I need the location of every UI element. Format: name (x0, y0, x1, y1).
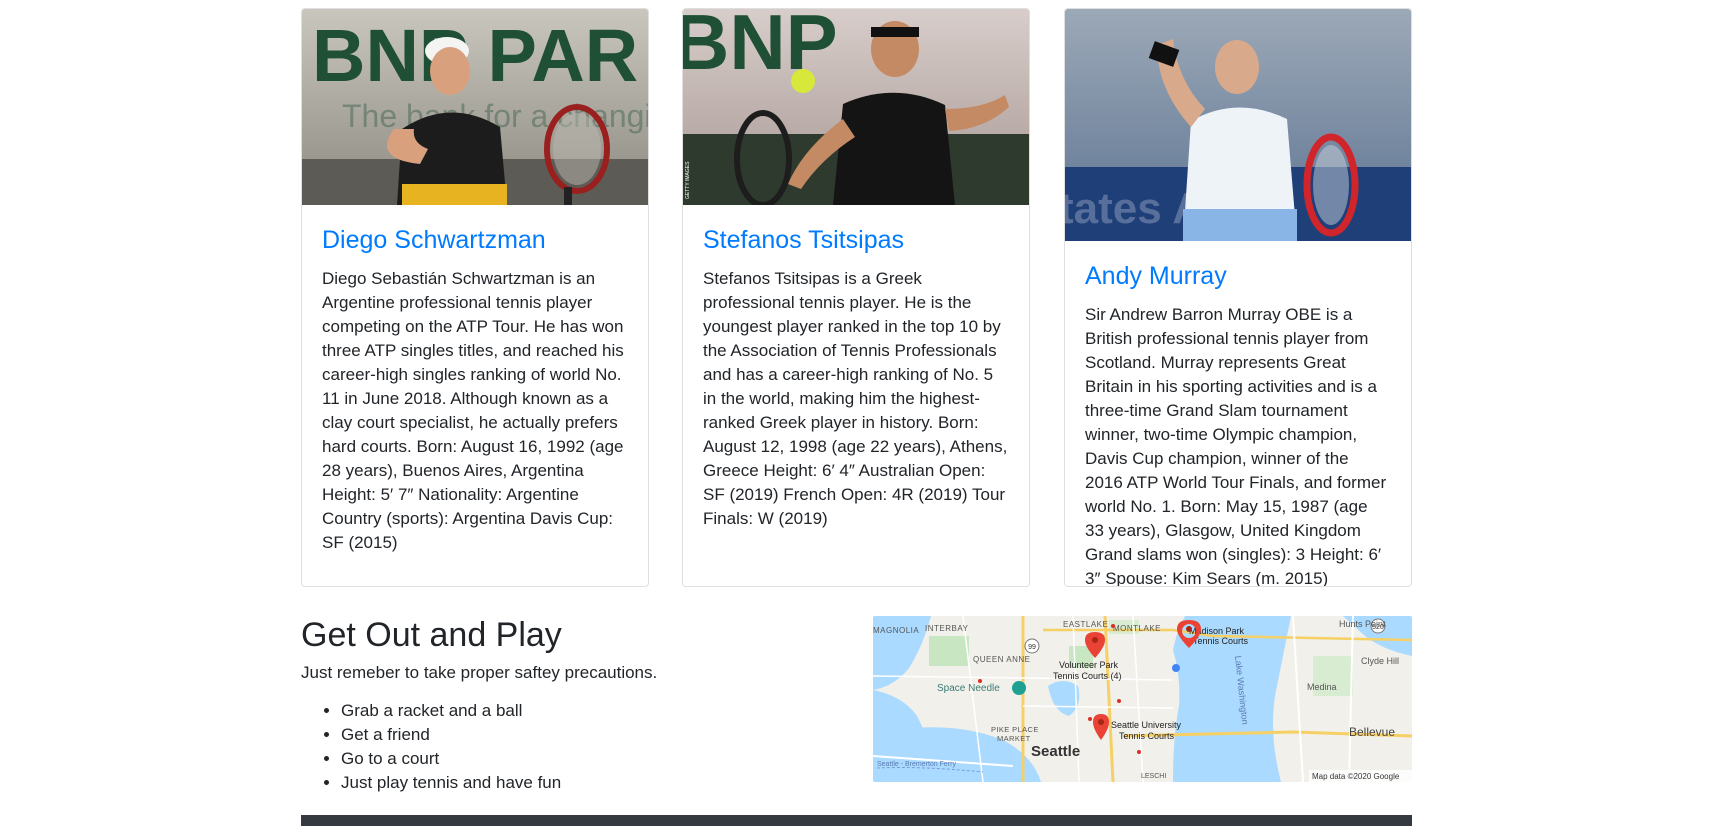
list-item: Get a friend (341, 723, 861, 747)
map-label-seattle: Seattle (1031, 743, 1080, 760)
list-item: Go to a court (341, 747, 861, 771)
card-text-tsitsipas: Stefanos Tsitsipas is a Greek profession… (703, 269, 1008, 528)
place-label-madison-line2: Tennis Courts (1193, 636, 1249, 646)
photo-tsitsipas-illustration: BNP GETTY IMAGES (683, 9, 1029, 205)
player-card-murray: tates A Andy Murray Sir Andrew Barron Mu… (1064, 8, 1412, 587)
map-label-hunts-point: Hunts Point (1339, 619, 1386, 629)
card-body: Diego Schwartzman Diego Sebastián Schwar… (302, 205, 648, 573)
card-body: Stefanos Tsitsipas Stefanos Tsitsipas is… (683, 205, 1029, 549)
play-subtitle: Just remeber to take proper saftey preca… (301, 663, 658, 682)
map-label-clyde-hill: Clyde Hill (1361, 656, 1399, 666)
card-title-murray[interactable]: Andy Murray (1085, 261, 1391, 291)
card-text-murray: Sir Andrew Barron Murray OBE is a Britis… (1085, 305, 1387, 587)
card-text-schwartzman: Diego Sebastián Schwartzman is an Argent… (322, 269, 624, 552)
map-label-interbay: INTERBAY (925, 624, 969, 633)
page-footer (301, 815, 1412, 826)
card-title-tsitsipas[interactable]: Stefanos Tsitsipas (703, 225, 1009, 255)
photo-schwartzman-illustration: BNP PAR The bank for a changing (302, 9, 648, 205)
map-label-medina: Medina (1307, 682, 1337, 692)
map-label-leschi: LESCHI (1141, 773, 1166, 780)
map-canvas[interactable]: 99 520 MAGNOLIA INTERBAY EASTLAKE MONTLA… (873, 616, 1412, 782)
map-label-space-needle: Space Needle (937, 683, 1000, 694)
map-marker-blue (1172, 664, 1180, 672)
photo-credit: GETTY IMAGES (685, 161, 691, 199)
card-title-schwartzman[interactable]: Diego Schwartzman (322, 225, 628, 255)
courts-map[interactable]: 99 520 MAGNOLIA INTERBAY EASTLAKE MONTLA… (873, 616, 1412, 782)
player-photo-schwartzman: BNP PAR The bank for a changing (302, 9, 648, 205)
play-steps-list: Grab a racket and a ball Get a friend Go… (301, 699, 861, 795)
banner-text: BNP PAR (312, 14, 638, 97)
place-label-volunteer-line1: Volunteer Park (1059, 660, 1119, 670)
player-card-tsitsipas: BNP GETTY IMAGES Stefanos Tsitsipas Stef… (682, 8, 1030, 587)
photo-murray-illustration: tates A (1065, 9, 1411, 241)
map-label-market: MARKET (997, 734, 1031, 743)
play-heading: Get Out and Play (301, 616, 562, 654)
list-item: Grab a racket and a ball (341, 699, 861, 723)
player-cards: BNP PAR The bank for a changing Diego Sc… (301, 8, 1412, 587)
place-label-seattleu-line1: Seattle University (1111, 720, 1182, 730)
map-label-bellevue: Bellevue (1349, 725, 1395, 739)
place-label-volunteer-line2: Tennis Courts (4) (1053, 671, 1122, 681)
map-label-magnolia: MAGNOLIA (873, 626, 919, 635)
banner-text: BNP (683, 9, 838, 86)
map-label-eastlake: EASTLAKE (1063, 620, 1108, 629)
map-label-montlake: MONTLAKE (1113, 624, 1161, 633)
player-card-schwartzman: BNP PAR The bank for a changing Diego Sc… (301, 8, 649, 587)
card-body: Andy Murray Sir Andrew Barron Murray OBE… (1065, 241, 1411, 587)
map-label-queen-anne: QUEEN ANNE (973, 655, 1030, 664)
route-99-shield: 99 (1028, 644, 1036, 651)
map-label-ferry: Seattle - Bremerton Ferry (877, 761, 956, 768)
list-item: Just play tennis and have fun (341, 771, 861, 795)
map-attribution: Map data ©2020 Google (1312, 772, 1400, 781)
place-label-seattleu-line2: Tennis Courts (1119, 731, 1175, 741)
player-photo-murray: tates A (1065, 9, 1411, 241)
player-photo-tsitsipas: BNP GETTY IMAGES (683, 9, 1029, 205)
play-section: Get Out and Play Just remeber to take pr… (301, 613, 861, 795)
map-label-pike-place: PIKE PLACE (991, 725, 1039, 734)
